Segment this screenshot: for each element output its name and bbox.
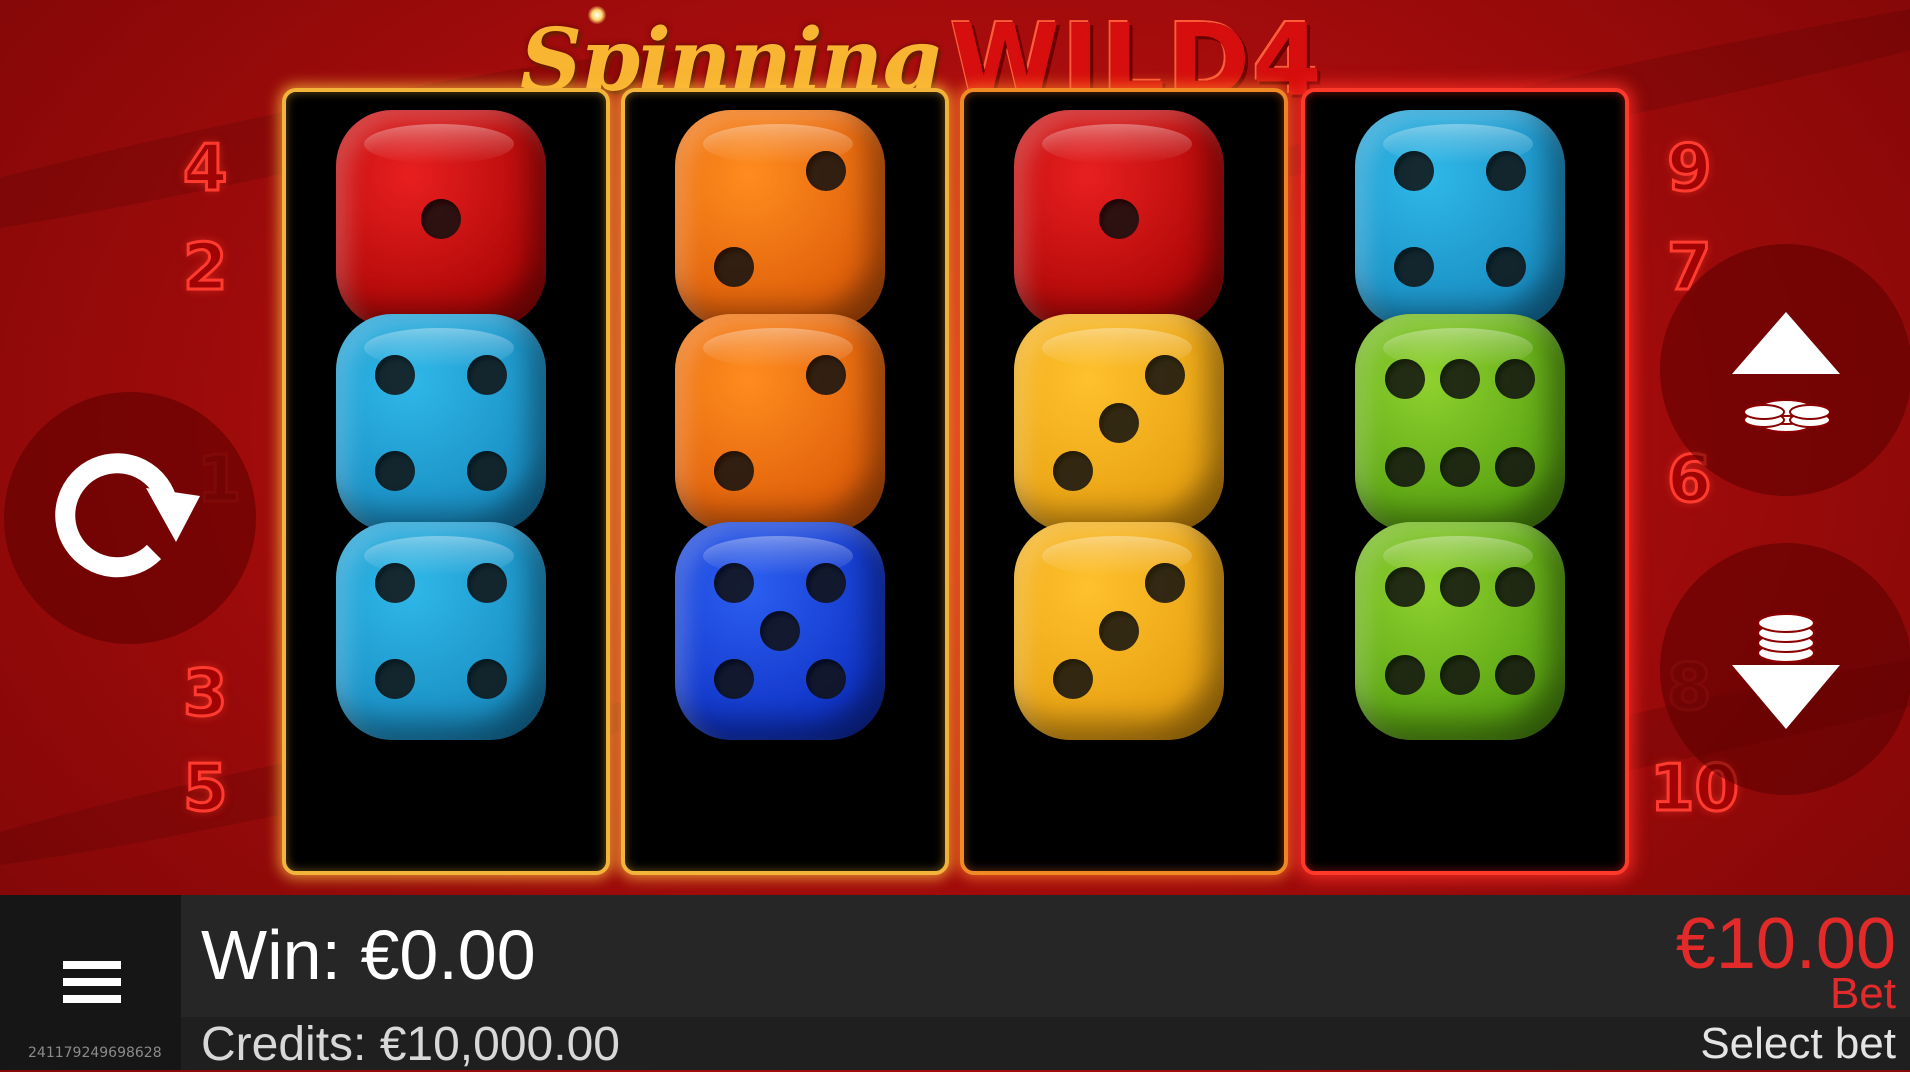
- payline-number-left: 4: [182, 132, 230, 206]
- bet-down-icon: [1732, 613, 1840, 729]
- die-pip: [1099, 611, 1139, 651]
- die-pip: [1494, 567, 1535, 608]
- die-pip: [1052, 658, 1093, 699]
- die-pip: [467, 658, 508, 699]
- die-red-1: [1014, 110, 1224, 328]
- bet-label: Bet: [1829, 969, 1896, 1018]
- die-pip: [374, 355, 415, 396]
- die-green-6: [1355, 314, 1565, 532]
- credits-display: Credits: €10,000.00: [201, 1017, 620, 1072]
- die-red-1: [336, 110, 546, 328]
- die-pip: [467, 563, 508, 604]
- die-pip: [374, 658, 415, 699]
- die-pip: [1393, 246, 1434, 287]
- die-lightblue-4: [1355, 110, 1565, 328]
- die-pip: [1440, 359, 1480, 400]
- die-pip: [713, 563, 754, 604]
- bet-down-button[interactable]: [1660, 543, 1910, 795]
- spin-button[interactable]: [4, 392, 256, 644]
- die-pip: [1385, 446, 1426, 487]
- die-pip: [1486, 151, 1527, 192]
- credits-value: €10,000.00: [379, 1018, 620, 1071]
- die-pip: [713, 246, 754, 287]
- die-pip: [1486, 246, 1527, 287]
- die-pip: [1440, 446, 1480, 487]
- die-pip: [1385, 654, 1426, 695]
- win-strip: Win: €0.00 €10.00 Bet: [181, 895, 1910, 1018]
- die-orange-2: [675, 314, 885, 532]
- die-yellow-3: [1014, 522, 1224, 740]
- reel-1: [282, 88, 610, 875]
- win-value: €0.00: [360, 916, 536, 994]
- reel-4: [1301, 88, 1629, 875]
- die-pip: [1052, 450, 1093, 491]
- die-pip: [1099, 199, 1139, 239]
- bet-up-button[interactable]: [1660, 244, 1910, 496]
- session-id: 241179249698628: [28, 1045, 162, 1061]
- die-shine: [364, 124, 514, 164]
- die-pip: [1494, 446, 1535, 487]
- die-pip: [1494, 654, 1535, 695]
- bet-up-icon: [1732, 312, 1840, 433]
- die-pip: [760, 611, 800, 651]
- die-pip: [806, 355, 847, 396]
- menu-line: [63, 995, 121, 1003]
- die-shine: [1042, 124, 1192, 164]
- die-lightblue-4: [336, 522, 546, 740]
- die-pip: [713, 450, 754, 491]
- die-orange-2: [675, 110, 885, 328]
- die-pip: [1099, 403, 1139, 443]
- game-area: Spinning WILD4 4 2 1 3 5 9 7 6 8 10: [0, 0, 1910, 895]
- reel-3: [960, 88, 1288, 875]
- die-pip: [1145, 355, 1186, 396]
- die-green-6: [1355, 522, 1565, 740]
- die-pip: [1440, 654, 1480, 695]
- die-pip: [1385, 359, 1426, 400]
- die-pip: [806, 563, 847, 604]
- payline-number-left: 3: [182, 657, 230, 731]
- credits-label: Credits:: [201, 1018, 367, 1071]
- die-pip: [1385, 567, 1426, 608]
- payline-number-right: 9: [1666, 132, 1714, 206]
- die-pip: [374, 450, 415, 491]
- die-pip: [806, 658, 847, 699]
- die-pip: [421, 199, 461, 239]
- die-pip: [1494, 359, 1535, 400]
- win-label: Win:: [201, 916, 341, 994]
- die-pip: [806, 151, 847, 192]
- die-pip: [713, 658, 754, 699]
- menu-line: [63, 978, 121, 986]
- die-pip: [1393, 151, 1434, 192]
- payline-number-left: 2: [182, 231, 230, 305]
- spin-arrow-icon: [55, 453, 200, 578]
- die-pip: [467, 355, 508, 396]
- die-pip: [467, 450, 508, 491]
- status-bar: 241179249698628 Win: €0.00 €10.00 Bet Cr…: [0, 895, 1910, 1072]
- menu-line: [63, 961, 121, 969]
- select-bet-button[interactable]: Select bet: [1700, 1019, 1896, 1069]
- reel-2: [621, 88, 949, 875]
- menu-button[interactable]: 241179249698628: [0, 895, 181, 1070]
- die-blue-5: [675, 522, 885, 740]
- win-display: Win: €0.00: [201, 915, 536, 995]
- die-pip: [374, 563, 415, 604]
- payline-number-left: 5: [182, 752, 230, 826]
- die-pip: [1145, 563, 1186, 604]
- die-pip: [1440, 567, 1480, 608]
- die-lightblue-4: [336, 314, 546, 532]
- die-yellow-3: [1014, 314, 1224, 532]
